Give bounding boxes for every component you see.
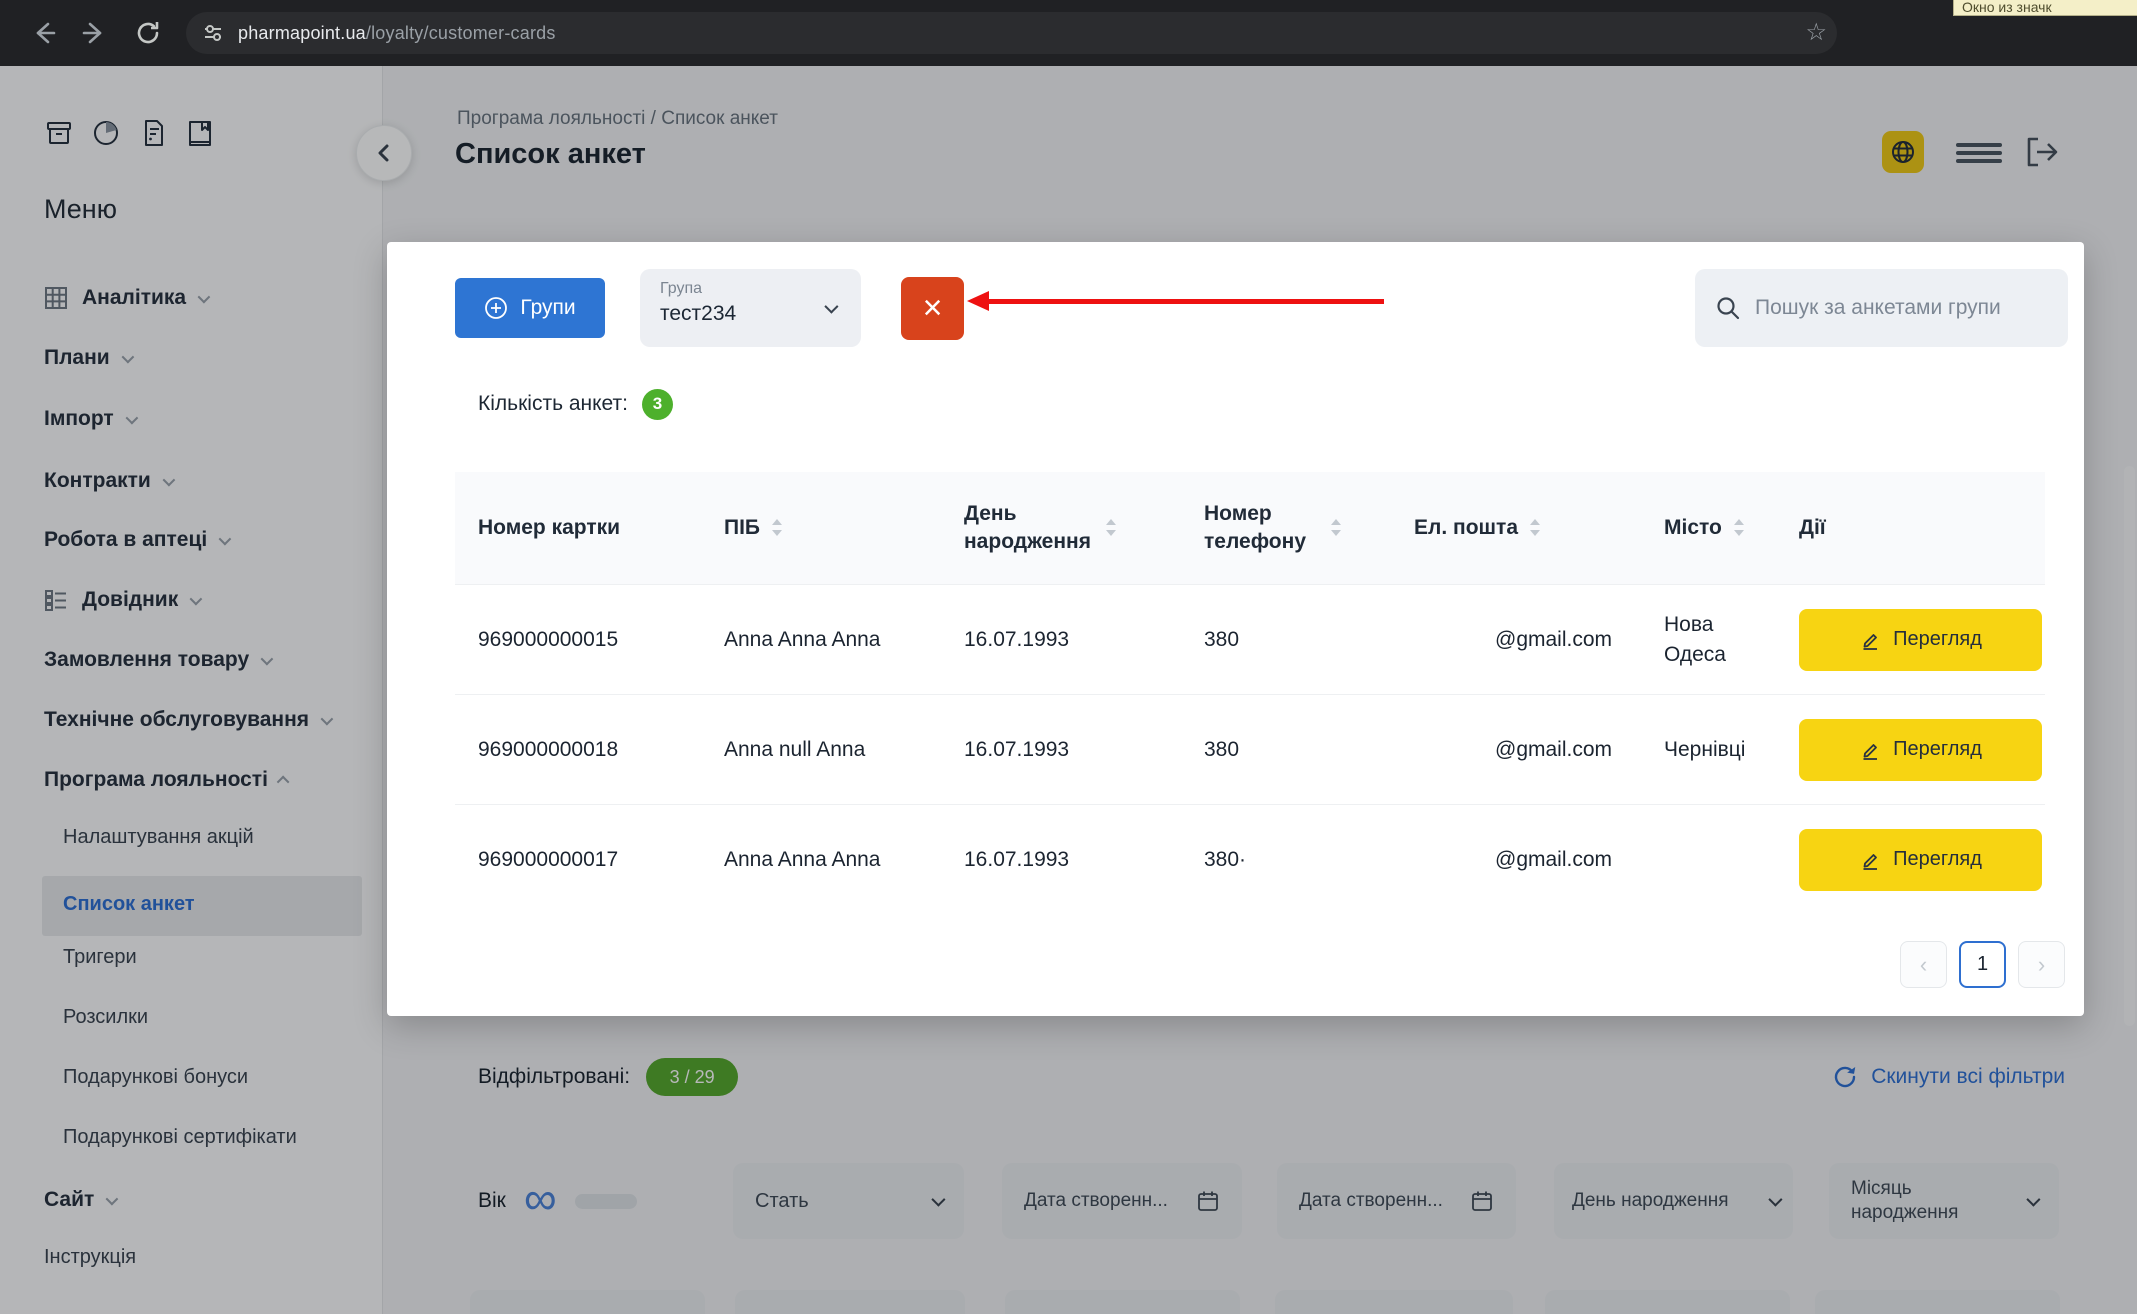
screen: pharmapoint.ua/loyalty/customer-cards ☆ … (0, 0, 2137, 1314)
cell-city: Нова Одеса (1640, 610, 1775, 669)
table-row: 969000000018 Anna null Anna 16.07.1993 3… (455, 694, 2045, 804)
view-button[interactable]: Перегляд (1799, 719, 2042, 781)
page-prev-button[interactable]: ‹ (1900, 941, 1947, 988)
url-host: pharmapoint.ua (238, 23, 366, 43)
count-label: Кількість анкет: (478, 392, 628, 416)
cell-email: @gmail.com (1390, 625, 1640, 654)
edit-icon (1859, 739, 1881, 761)
url-bar[interactable]: pharmapoint.ua/loyalty/customer-cards ☆ (186, 12, 1837, 54)
search-box (1695, 269, 2068, 347)
search-input[interactable] (1755, 296, 2048, 320)
cell-name: Anna Anna Anna (700, 625, 940, 654)
cell-city: Чернівці (1640, 735, 1775, 764)
annotation-arrow-icon (967, 291, 989, 311)
cell-email: @gmail.com (1390, 735, 1640, 764)
groups-button[interactable]: Групи (455, 278, 605, 338)
forward-icon[interactable] (80, 19, 108, 47)
page-number-button[interactable]: 1 (1959, 941, 2006, 988)
table-header-row: Номер картки ПІБ День народження Номер т… (455, 472, 2045, 584)
count-badge: 3 (642, 389, 673, 420)
page-next-button[interactable]: › (2018, 941, 2065, 988)
column-header-email[interactable]: Ел. пошта (1390, 514, 1640, 542)
url-text: pharmapoint.ua/loyalty/customer-cards (238, 23, 556, 44)
close-icon: × (923, 291, 943, 325)
cell-actions: Перегляд (1775, 719, 2045, 781)
sort-icon (1104, 517, 1118, 539)
back-icon[interactable] (30, 19, 58, 47)
edit-icon (1859, 849, 1881, 871)
cell-phone: 380· (1180, 845, 1390, 874)
cell-card-number: 969000000017 (455, 845, 700, 874)
reload-icon[interactable] (134, 19, 162, 47)
cell-birthday: 16.07.1993 (940, 735, 1180, 764)
url-path: /loyalty/customer-cards (366, 23, 556, 43)
edit-icon (1859, 629, 1881, 651)
view-button[interactable]: Перегляд (1799, 829, 2042, 891)
plus-circle-icon (484, 296, 508, 320)
table-row: 969000000015 Anna Anna Anna 16.07.1993 3… (455, 584, 2045, 694)
annotation-arrow-line (989, 299, 1384, 304)
column-header-phone[interactable]: Номер телефону (1180, 500, 1390, 557)
cell-email: @gmail.com (1390, 845, 1640, 874)
cell-actions: Перегляд (1775, 609, 2045, 671)
group-select-value: тест234 (660, 302, 841, 326)
column-header-name[interactable]: ПІБ (700, 514, 940, 542)
sort-icon (1732, 517, 1746, 539)
card-toolbar: Групи Група тест234 × (455, 268, 2068, 348)
column-header-city[interactable]: Місто (1640, 514, 1775, 542)
sort-icon (1329, 517, 1343, 539)
app-root: Меню Аналітика Плани Імпорт Контракти Ро… (0, 66, 2137, 1314)
site-info-icon[interactable] (200, 20, 226, 46)
group-select-label: Група (660, 280, 841, 298)
customer-table: Номер картки ПІБ День народження Номер т… (455, 472, 2045, 914)
cell-birthday: 16.07.1993 (940, 625, 1180, 654)
column-header-birthday[interactable]: День народження (940, 500, 1180, 557)
customer-cards-panel: Групи Група тест234 × Кількість анкет: 3 (387, 242, 2084, 1016)
group-select[interactable]: Група тест234 (640, 269, 861, 347)
cell-card-number: 969000000015 (455, 625, 700, 654)
chevron-left-icon: ‹ (1920, 952, 1927, 978)
cell-name: Anna null Anna (700, 735, 940, 764)
browser-tooltip: Окно из значк (1953, 0, 2137, 16)
cell-phone: 380 (1180, 735, 1390, 764)
pagination: ‹ 1 › (1900, 941, 2065, 988)
count-row: Кількість анкет: 3 (478, 388, 673, 420)
view-button[interactable]: Перегляд (1799, 609, 2042, 671)
cell-phone: 380 (1180, 625, 1390, 654)
browser-chrome: pharmapoint.ua/loyalty/customer-cards ☆ (0, 0, 2137, 66)
chevron-right-icon: › (2038, 952, 2045, 978)
cell-birthday: 16.07.1993 (940, 845, 1180, 874)
cell-card-number: 969000000018 (455, 735, 700, 764)
sort-icon (770, 517, 784, 539)
sort-icon (1528, 517, 1542, 539)
table-row: 969000000017 Anna Anna Anna 16.07.1993 3… (455, 804, 2045, 914)
column-header-card-number: Номер картки (455, 514, 700, 542)
column-header-actions: Дії (1775, 514, 2045, 542)
search-icon (1715, 295, 1741, 321)
cell-name: Anna Anna Anna (700, 845, 940, 874)
cell-actions: Перегляд (1775, 829, 2045, 891)
bookmark-star-icon[interactable]: ☆ (1805, 19, 1827, 47)
clear-group-button[interactable]: × (901, 277, 964, 340)
